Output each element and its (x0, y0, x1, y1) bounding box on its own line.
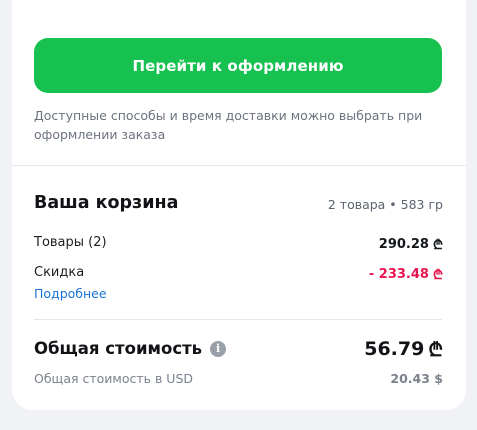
lari-currency-icon: ₾ (432, 238, 443, 253)
checkout-button-label: Перейти к оформлению (132, 56, 344, 75)
total-label-row: Общая стоимость i (34, 339, 227, 358)
cart-summary-card: Перейти к оформлению Доступные способы и… (12, 0, 466, 410)
goods-label: Товары (2) (34, 235, 107, 250)
usd-total-label: Общая стоимость в USD (34, 371, 194, 386)
total-divider (34, 319, 442, 320)
discount-amount: - 233.48 (368, 266, 429, 282)
total-value: 56.79 ₾ (364, 336, 443, 362)
cart-title: Ваша корзина (34, 193, 179, 213)
total-label: Общая стоимость (34, 339, 203, 358)
lari-currency-icon: ₾ (432, 268, 443, 283)
discount-details-link[interactable]: Подробнее (34, 286, 107, 301)
section-divider (12, 165, 466, 166)
total-amount: 56.79 (364, 338, 425, 360)
goods-amount: 290.28 (378, 236, 429, 252)
usd-total-value: 20.43 $ (390, 371, 443, 386)
discount-value: - 233.48 ₾ (368, 265, 443, 284)
discount-label: Скидка (34, 265, 85, 280)
info-icon[interactable]: i (210, 340, 227, 357)
delivery-note: Доступные способы и время доставки можно… (34, 108, 423, 142)
goods-value: 290.28 ₾ (378, 235, 443, 254)
cart-items-summary: 2 товара • 583 гр (327, 197, 443, 212)
lari-currency-icon: ₾ (428, 339, 443, 361)
checkout-button[interactable]: Перейти к оформлению (34, 38, 442, 93)
